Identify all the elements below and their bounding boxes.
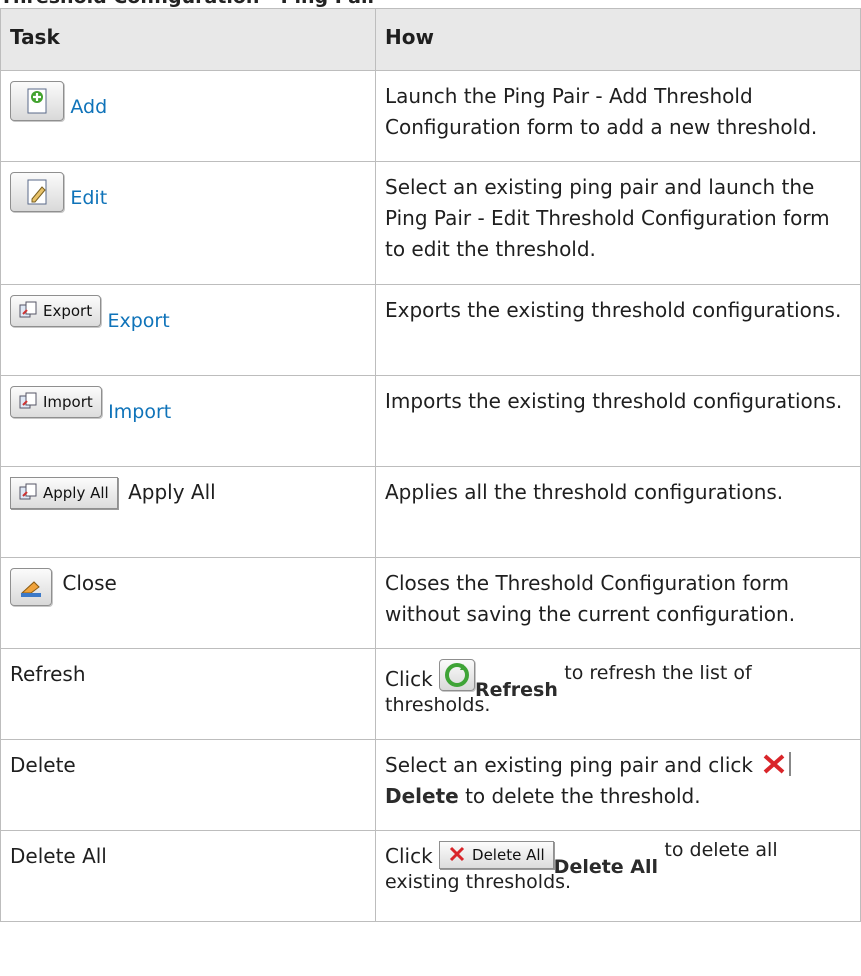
apply-all-icon (19, 483, 37, 500)
task-cell: Apply All Apply All (0, 466, 376, 558)
table-row: Delete Select an existing ping pair and … (0, 739, 861, 831)
task-cell: Import Import (0, 375, 376, 467)
table-row: Refresh Click Refresh to refresh the lis… (0, 648, 861, 740)
task-cell: Close (0, 557, 376, 649)
how-cell: Imports the existing threshold configura… (375, 375, 861, 467)
delete-icon[interactable] (759, 750, 793, 778)
how-cell: Exports the existing threshold configura… (375, 284, 861, 376)
table-row: Delete All Click Delete All Delete All t… (0, 830, 861, 922)
table-row: Export Export Exports the existing thres… (0, 284, 861, 376)
refresh-icon (445, 663, 470, 687)
table-header-row: Task How (0, 8, 861, 71)
table-row: Apply All Apply All Applies all the thre… (0, 466, 861, 558)
task-cell: Refresh (0, 648, 376, 740)
apply-all-label: Apply All (128, 480, 216, 504)
how-cell: Click Delete All Delete All to delete al… (375, 830, 861, 922)
how-cell: Applies all the threshold configurations… (375, 466, 861, 558)
edit-link[interactable]: Edit (70, 187, 107, 209)
export-icon (19, 301, 37, 318)
delete-all-icon (449, 846, 465, 862)
delete-all-button[interactable]: Delete All (439, 841, 554, 869)
table-row: Import Import Imports the existing thres… (0, 375, 861, 467)
close-icon (20, 581, 41, 597)
how-cell: Select an existing ping pair and click D… (375, 739, 861, 831)
page-heading: Threshold Configuration - Ping Pair (0, 0, 861, 8)
add-button[interactable] (10, 81, 64, 121)
task-cell: Delete (0, 739, 376, 831)
add-link[interactable]: Add (70, 96, 107, 118)
close-label: Close (62, 571, 117, 595)
how-column-header: How (375, 8, 861, 71)
export-button[interactable]: Export (10, 295, 102, 327)
task-cell: Delete All (0, 830, 376, 922)
table-row: Close Closes the Threshold Configuration… (0, 557, 861, 649)
export-link[interactable]: Export (107, 310, 169, 332)
how-cell: Select an existing ping pair and launch … (375, 161, 861, 285)
task-table: Task How Add Launch the Ping Pair - Add … (0, 8, 861, 922)
import-icon (19, 392, 37, 409)
task-column-header: Task (0, 8, 376, 71)
how-cell: Launch the Ping Pair - Add Threshold Con… (375, 70, 861, 162)
task-cell: Edit (0, 161, 376, 285)
how-cell: Closes the Threshold Configuration form … (375, 557, 861, 649)
import-link[interactable]: Import (108, 401, 171, 423)
refresh-button[interactable] (439, 659, 476, 691)
task-cell: Export Export (0, 284, 376, 376)
how-cell: Click Refresh to refresh the list of thr… (375, 648, 861, 740)
table-row: Add Launch the Ping Pair - Add Threshold… (0, 70, 861, 162)
close-button[interactable] (10, 568, 52, 606)
table-row: Edit Select an existing ping pair and la… (0, 161, 861, 285)
task-cell: Add (0, 70, 376, 162)
edit-button[interactable] (10, 172, 64, 212)
add-icon (27, 88, 47, 114)
apply-all-button[interactable]: Apply All (10, 477, 118, 509)
import-button[interactable]: Import (10, 386, 102, 418)
edit-icon (27, 179, 47, 205)
